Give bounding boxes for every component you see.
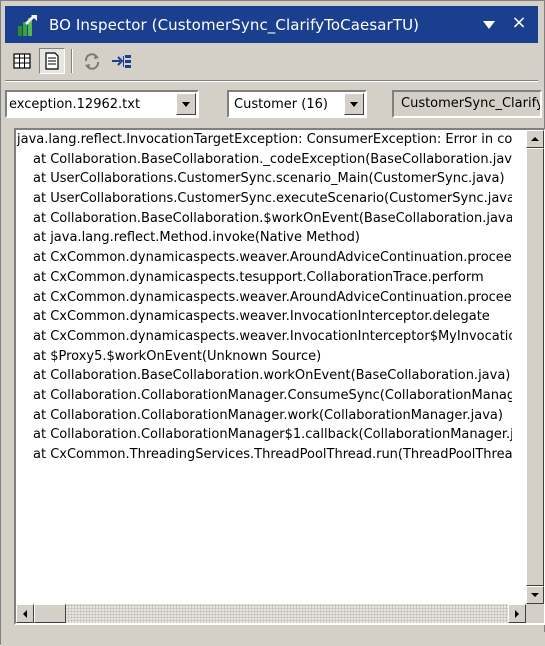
- stack-trace-line: at Collaboration.BaseCollaboration.workO…: [33, 368, 511, 384]
- exception-header-line: java.lang.reflect.InvocationTargetExcept…: [17, 132, 512, 147]
- stack-trace-line: at CxCommon.dynamicaspects.weaver.Around…: [33, 250, 512, 266]
- file-select[interactable]: exception.12962.txt: [5, 90, 199, 118]
- horizontal-scrollbar[interactable]: [16, 604, 526, 623]
- stack-trace-line: at CxCommon.dynamicaspects.weaver.Invoca…: [33, 309, 490, 325]
- vertical-scrollbar[interactable]: [526, 130, 544, 604]
- document-view-icon[interactable]: [39, 48, 65, 74]
- scroll-down-icon[interactable]: [526, 586, 544, 604]
- stack-trace-line: at $Proxy5.$workOnEvent(Unknown Source): [33, 348, 322, 364]
- toolbar: [5, 45, 538, 77]
- bo-inspector-window: BO Inspector (CustomerSync_ClarifyToCaes…: [0, 0, 545, 646]
- table-view-icon[interactable]: [9, 48, 35, 74]
- vertical-scroll-thumb[interactable]: [526, 148, 544, 586]
- stack-trace-line: at CxCommon.dynamicaspects.weaver.Invoca…: [33, 328, 512, 344]
- stack-trace-line: at Collaboration.CollaborationManager$1.…: [33, 427, 512, 443]
- bo-inspector-icon: [15, 13, 39, 37]
- stack-trace-line: at Collaboration.CollaborationManager.wo…: [33, 407, 503, 423]
- stack-trace-line: at Collaboration.CollaborationManager.Co…: [33, 387, 512, 403]
- horizontal-scroll-thumb[interactable]: [34, 604, 66, 623]
- exception-text-area[interactable]: java.lang.reflect.InvocationTargetExcept…: [14, 128, 545, 625]
- navigate-tree-icon[interactable]: [109, 48, 135, 74]
- title-bar[interactable]: BO Inspector (CustomerSync_ClarifyToCaes…: [5, 6, 538, 43]
- stack-trace-line: at CxCommon.dynamicaspects.weaver.Around…: [33, 289, 512, 305]
- stack-trace-line: at UserCollaborations.CustomerSync.execu…: [33, 191, 512, 207]
- scroll-up-icon[interactable]: [526, 130, 544, 148]
- stack-trace-line: at UserCollaborations.CustomerSync.scena…: [33, 171, 505, 187]
- collaboration-field[interactable]: CustomerSync_ClarifyToCaesarTU: [392, 90, 542, 118]
- refresh-icon[interactable]: [79, 48, 105, 74]
- window-bottom-edge: [1, 632, 545, 646]
- file-select-value: exception.12962.txt: [9, 96, 141, 112]
- close-icon[interactable]: ×: [508, 12, 530, 34]
- scroll-left-icon[interactable]: [16, 604, 34, 623]
- toolbar-divider: [5, 80, 538, 82]
- chevron-down-icon[interactable]: [480, 16, 498, 34]
- stack-trace-line: at java.lang.reflect.Method.invoke(Nativ…: [33, 230, 360, 246]
- stack-trace-line: at Collaboration.BaseCollaboration.$work…: [33, 210, 512, 226]
- business-object-select[interactable]: Customer (16): [227, 90, 367, 118]
- toolbar-separator: [71, 49, 73, 73]
- stack-trace-line: at Collaboration.BaseCollaboration._code…: [33, 151, 512, 167]
- chevron-down-icon[interactable]: [344, 93, 364, 115]
- window-title: BO Inspector (CustomerSync_ClarifyToCaes…: [49, 15, 420, 34]
- stack-trace-line: at CxCommon.ThreadingServices.ThreadPool…: [33, 447, 512, 462]
- business-object-select-value: Customer (16): [234, 96, 328, 112]
- scrollbar-corner: [526, 604, 544, 623]
- chevron-down-icon[interactable]: [176, 93, 196, 115]
- scroll-right-icon[interactable]: [508, 604, 526, 623]
- exception-text-content[interactable]: java.lang.reflect.InvocationTargetExcept…: [16, 130, 512, 604]
- stack-trace-line: at CxCommon.dynamicaspects.tesupport.Col…: [33, 269, 484, 285]
